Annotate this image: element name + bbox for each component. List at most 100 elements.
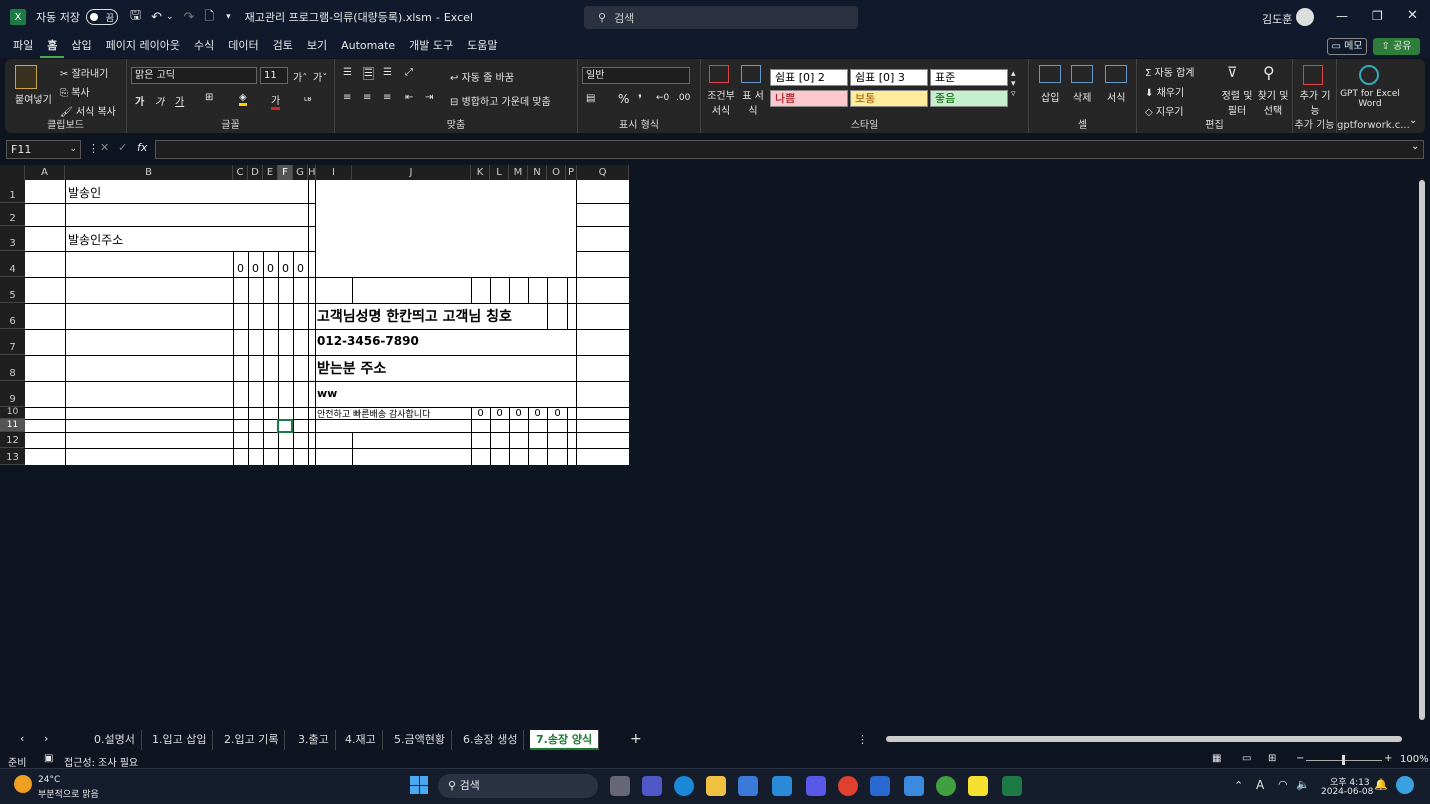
tray-expand-icon[interactable]: ⌃	[1234, 779, 1243, 792]
insert-cells-icon[interactable]	[1039, 65, 1061, 83]
sheet-tab-6[interactable]: 6.송장 생성	[457, 730, 525, 750]
normal-view-icon[interactable]: ▦	[1212, 753, 1221, 764]
chrome-icon[interactable]	[838, 776, 858, 796]
row-header-7[interactable]: 7	[0, 329, 25, 355]
media-icon[interactable]	[806, 776, 826, 796]
col-header-n[interactable]: N	[528, 165, 547, 180]
teams-icon[interactable]	[642, 776, 662, 796]
merge-center-button[interactable]: ⊟ 병합하고 가운데 맞춤	[450, 93, 551, 108]
row-header-13[interactable]: 13	[0, 448, 25, 465]
wrap-text-button[interactable]: ↩ 자동 줄 바꿈	[450, 69, 514, 84]
name-box-dropdown-icon[interactable]: ⌄	[69, 141, 77, 158]
accessibility-status[interactable]: 접근성: 조사 필요	[64, 754, 138, 769]
horizontal-scrollbar[interactable]	[886, 736, 1402, 742]
format-cells-icon[interactable]	[1105, 65, 1127, 83]
underline-icon[interactable]: 가	[175, 93, 184, 108]
sheet-tab-4[interactable]: 4.재고	[339, 730, 383, 750]
tab-developer[interactable]: 개발 도구	[402, 34, 460, 58]
font-name-dropdown[interactable]: 맑은 고딕	[131, 67, 257, 84]
style-comma3[interactable]: 쉼표 [0] 3	[850, 69, 928, 86]
delete-cells-button[interactable]: 삭제	[1073, 89, 1091, 104]
align-middle-icon[interactable]: ☰	[363, 67, 374, 80]
formula-input[interactable]	[155, 140, 1424, 159]
page-layout-icon[interactable]: ▭	[1242, 753, 1251, 764]
notification-icon[interactable]: 🔔	[1374, 778, 1388, 791]
col-header-k[interactable]: K	[471, 165, 490, 180]
gpt-icon[interactable]	[1359, 65, 1379, 85]
wifi-icon[interactable]: ◠	[1278, 778, 1288, 791]
undo-icon[interactable]: ↶	[151, 10, 162, 25]
zoom-thumb[interactable]	[1342, 755, 1345, 765]
expand-formula-icon[interactable]: ⌄	[1411, 141, 1419, 152]
row-header-1[interactable]: 1	[0, 180, 25, 203]
format-cells-button[interactable]: 서식	[1107, 89, 1125, 104]
bold-icon[interactable]: 가	[135, 93, 144, 108]
row-header-2[interactable]: 2	[0, 203, 25, 226]
zoom-out-icon[interactable]: −	[1296, 753, 1304, 764]
col-header-d[interactable]: D	[248, 165, 263, 180]
row-header-11[interactable]: 11	[0, 419, 25, 432]
tab-formulas[interactable]: 수식	[187, 34, 221, 58]
font-size-dropdown[interactable]: 11	[260, 67, 288, 84]
sheet-tab-2[interactable]: 2.입고 기록	[218, 730, 286, 750]
fill-color-icon[interactable]: ◈	[239, 92, 247, 106]
tab-review[interactable]: 검토	[266, 34, 300, 58]
col-header-q[interactable]: Q	[577, 165, 629, 180]
copilot-icon[interactable]	[1396, 776, 1414, 794]
increase-indent-icon[interactable]: ⇥	[425, 92, 433, 103]
close-icon[interactable]: ✕	[1407, 8, 1418, 23]
volume-icon[interactable]: 🔈	[1296, 778, 1310, 791]
orientation-icon[interactable]: ⤢	[405, 67, 413, 78]
row-header-9[interactable]: 9	[0, 381, 25, 407]
increase-decimal-icon[interactable]: ←0	[656, 93, 669, 103]
align-left-icon[interactable]: ≡	[343, 92, 351, 103]
collapse-ribbon-icon[interactable]: ⌄	[1409, 115, 1417, 126]
customize-qat-icon[interactable]: ▾	[226, 12, 231, 22]
new-file-icon[interactable]: 🗋	[204, 7, 214, 28]
excel-taskbar-icon[interactable]	[1002, 776, 1022, 796]
style-bad[interactable]: 나쁨	[770, 90, 848, 107]
cancel-icon[interactable]: ✕	[100, 141, 109, 154]
styles-more-icon[interactable]: ▴ ▾ ▿	[1011, 69, 1016, 99]
grow-font-icon[interactable]: 가ˆ	[293, 69, 307, 84]
sheet-tab-1[interactable]: 1.입고 삽입	[146, 730, 214, 750]
percent-icon[interactable]: %	[618, 92, 629, 106]
sheet-tab-3[interactable]: 3.출고	[292, 730, 336, 750]
conditional-format-button[interactable]: 조건부 서식	[705, 87, 737, 117]
fill-button[interactable]: ⬇ 채우기	[1145, 84, 1184, 99]
tab-data[interactable]: 데이터	[221, 34, 265, 58]
search-box[interactable]: ⚲ 검색	[584, 6, 858, 29]
gpt-button[interactable]: GPT for Excel Word	[1339, 89, 1401, 109]
edge-icon[interactable]	[674, 776, 694, 796]
ime-icon[interactable]: A	[1256, 778, 1264, 792]
row-header-5[interactable]: 5	[0, 277, 25, 303]
col-header-a[interactable]: A	[25, 165, 65, 180]
weather-icon[interactable]	[14, 775, 32, 793]
user-name[interactable]: 김도훈	[1262, 11, 1292, 27]
insert-cells-button[interactable]: 삽입	[1041, 89, 1059, 104]
conditional-format-icon[interactable]	[709, 65, 729, 83]
tab-automate[interactable]: Automate	[334, 34, 402, 58]
add-sheet-icon[interactable]: +	[630, 731, 642, 747]
font-color-icon[interactable]: 가	[271, 92, 281, 110]
copy-button[interactable]: ⎘ 복사	[60, 84, 90, 99]
shrink-font-icon[interactable]: 가ˇ	[313, 69, 327, 84]
col-header-h[interactable]: H	[308, 165, 316, 180]
col-header-m[interactable]: M	[509, 165, 528, 180]
align-right-icon[interactable]: ≡	[383, 92, 391, 103]
col-header-e[interactable]: E	[263, 165, 278, 180]
number-format-dropdown[interactable]: 일반	[582, 67, 690, 84]
tab-insert[interactable]: 삽입	[64, 34, 98, 58]
border-icon[interactable]: ⊞	[205, 92, 213, 103]
italic-icon[interactable]: 가	[155, 93, 164, 108]
row-header-8[interactable]: 8	[0, 355, 25, 381]
style-comma2[interactable]: 쉼표 [0] 2	[770, 69, 848, 86]
style-good[interactable]: 좋음	[930, 90, 1008, 107]
align-bottom-icon[interactable]: ☰	[383, 67, 392, 78]
table-format-icon[interactable]	[741, 65, 761, 83]
memo-button[interactable]: ▭ 메모	[1327, 38, 1367, 55]
align-top-icon[interactable]: ☰	[343, 67, 352, 78]
col-header-o[interactable]: O	[547, 165, 566, 180]
row-header-3[interactable]: 3	[0, 226, 25, 251]
store-icon[interactable]	[738, 776, 758, 796]
